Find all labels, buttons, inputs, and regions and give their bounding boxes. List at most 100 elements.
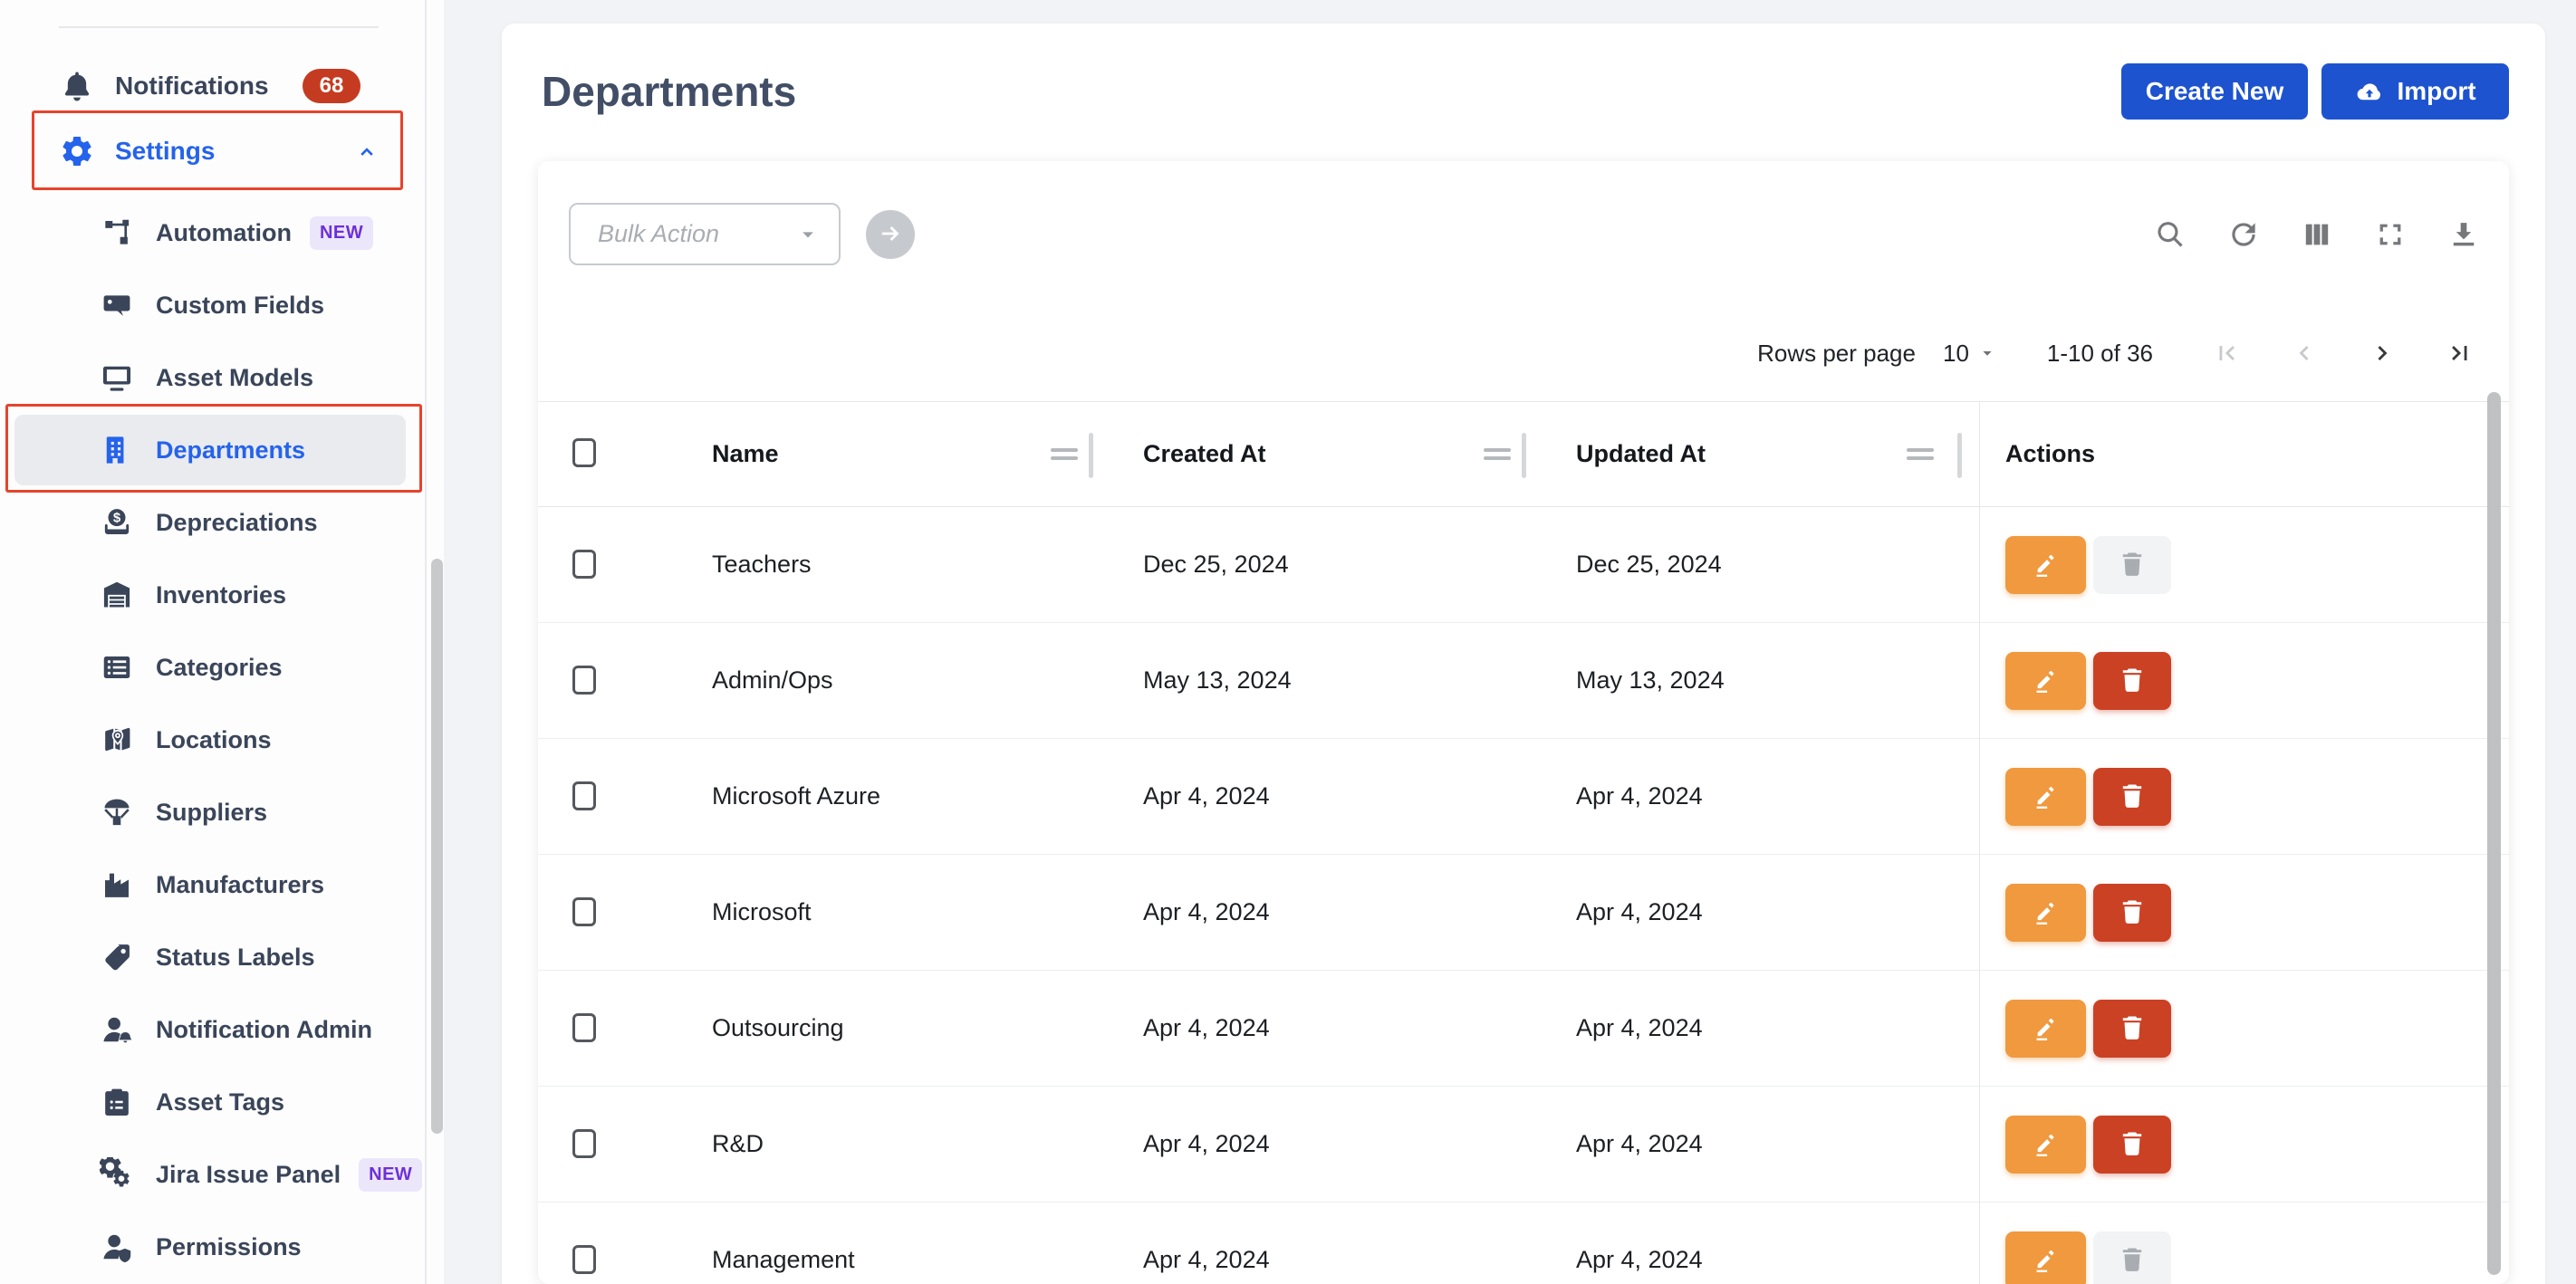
column-separator[interactable] (1957, 433, 1962, 478)
sidebar-item-inventories[interactable]: Inventories (0, 559, 426, 631)
refresh-icon[interactable] (2226, 217, 2261, 252)
sidebar-item-jira-issue-panel[interactable]: Jira Issue PanelNEW (0, 1138, 426, 1211)
column-menu-icon[interactable] (1484, 448, 1511, 452)
sidebar-item-settings[interactable]: Settings (0, 115, 426, 187)
trash-icon (2117, 1244, 2148, 1278)
column-header-updated-at[interactable]: Updated At (1576, 402, 1706, 506)
sidebar-item-locations[interactable]: Locations (0, 704, 426, 776)
gear-icon (59, 133, 95, 169)
row-checkbox[interactable] (572, 550, 596, 579)
search-icon[interactable] (2153, 217, 2187, 252)
last-page-button[interactable] (2446, 339, 2475, 368)
sidebar-item-notification-admin[interactable]: Notification Admin (0, 993, 426, 1066)
row-checkbox[interactable] (572, 1013, 596, 1042)
pencil-icon (2031, 781, 2062, 814)
sidebar-item-label: Depreciations (156, 509, 318, 537)
rows-per-page-select[interactable]: 10 (1943, 340, 1997, 368)
fullscreen-icon[interactable] (2373, 217, 2408, 252)
chevron-right-button[interactable] (2368, 339, 2397, 368)
svg-text:$: $ (113, 511, 121, 526)
sidebar-item-manufacturers[interactable]: Manufacturers (0, 848, 426, 921)
pencil-icon (2031, 1128, 2062, 1162)
trash-icon (2117, 1128, 2148, 1162)
caret-down-icon (795, 222, 821, 247)
row-checkbox[interactable] (572, 781, 596, 810)
column-header-created-at[interactable]: Created At (1143, 402, 1266, 506)
pencil-icon (2031, 896, 2062, 930)
sidebar-item-asset-models[interactable]: Asset Models (0, 341, 426, 414)
gears-icon (100, 1157, 134, 1192)
delete-button[interactable] (2093, 1000, 2171, 1058)
sidebar-scrollbar[interactable] (431, 559, 443, 1134)
bulk-apply-button[interactable] (866, 210, 915, 259)
edit-button[interactable] (2005, 536, 2086, 594)
delete-button[interactable] (2093, 1116, 2171, 1174)
create-new-button[interactable]: Create New (2121, 63, 2308, 120)
arrow-right-icon (877, 220, 904, 250)
column-menu-icon[interactable] (1907, 448, 1934, 452)
edit-button[interactable] (2005, 1000, 2086, 1058)
row-checkbox[interactable] (572, 666, 596, 695)
table-row: Admin/OpsMay 13, 2024May 13, 2024 (538, 623, 2509, 739)
sidebar-item-categories[interactable]: Categories (0, 631, 426, 704)
row-checkbox[interactable] (572, 1245, 596, 1274)
sidebar-item-asset-tags[interactable]: Asset Tags (0, 1066, 426, 1138)
edit-button[interactable] (2005, 1231, 2086, 1284)
cell-created-at: Dec 25, 2024 (1143, 507, 1289, 622)
delete-button (2093, 536, 2171, 594)
cell-name: Admin/Ops (712, 623, 833, 738)
sidebar-item-label: Departments (156, 436, 305, 465)
sidebar-item-status-labels[interactable]: Status Labels (0, 921, 426, 993)
trash-icon (2117, 896, 2148, 930)
edit-button[interactable] (2005, 1116, 2086, 1174)
sidebar-item-automation[interactable]: AutomationNEW (0, 196, 426, 269)
column-menu-icon[interactable] (1051, 448, 1078, 452)
table-body: TeachersDec 25, 2024Dec 25, 2024Admin/Op… (538, 507, 2509, 1284)
clipboard-icon (100, 1085, 134, 1119)
cell-updated-at: Apr 4, 2024 (1576, 1087, 1703, 1202)
list-box-icon (100, 650, 134, 685)
import-button[interactable]: Import (2321, 63, 2509, 120)
pencil-icon (2031, 549, 2062, 582)
edit-button[interactable] (2005, 768, 2086, 826)
cell-created-at: Apr 4, 2024 (1143, 971, 1270, 1086)
delete-button[interactable] (2093, 768, 2171, 826)
sidebar-item-label: Suppliers (156, 799, 267, 827)
column-header-actions[interactable]: Actions (2005, 402, 2095, 506)
delete-button[interactable] (2093, 884, 2171, 942)
sidebar-item-permissions[interactable]: Permissions (0, 1211, 426, 1283)
table-row: R&DApr 4, 2024Apr 4, 2024 (538, 1087, 2509, 1203)
sidebar: Notifications68 Settings AutomationNEWCust… (0, 0, 444, 1284)
sidebar-item-notifications[interactable]: Notifications68 (0, 50, 426, 122)
cell-updated-at: May 13, 2024 (1576, 623, 1725, 738)
download-icon[interactable] (2446, 217, 2481, 252)
trash-icon (2117, 781, 2148, 814)
cloud-upload-icon (2354, 76, 2385, 107)
column-header-name[interactable]: Name (712, 402, 779, 506)
edit-button[interactable] (2005, 884, 2086, 942)
sidebar-item-departments[interactable]: Departments (14, 415, 406, 485)
sidebar-item-custom-fields[interactable]: Custom Fields (0, 269, 426, 341)
cell-updated-at: Apr 4, 2024 (1576, 1203, 1703, 1284)
pencil-icon (2031, 665, 2062, 698)
bulk-action-placeholder: Bulk Action (598, 220, 719, 248)
sidebar-item-label: Asset Models (156, 364, 313, 392)
column-separator[interactable] (1522, 433, 1526, 478)
sidebar-item-depreciations[interactable]: $ Depreciations (0, 486, 426, 559)
view-columns-icon[interactable] (2300, 217, 2334, 252)
delete-button[interactable] (2093, 652, 2171, 710)
sidebar-item-label: Settings (115, 137, 215, 166)
table-header: Name Created At Updated At Actions (538, 401, 2509, 507)
select-all-checkbox[interactable] (572, 438, 596, 467)
trash-icon (2117, 665, 2148, 698)
table-scrollbar[interactable] (2487, 392, 2501, 1275)
sidebar-item-suppliers[interactable]: Suppliers (0, 776, 426, 848)
row-checkbox[interactable] (572, 1129, 596, 1158)
column-separator[interactable] (1089, 433, 1093, 478)
table-row: OutsourcingApr 4, 2024Apr 4, 2024 (538, 971, 2509, 1087)
factory-icon (100, 867, 134, 902)
row-checkbox[interactable] (572, 897, 596, 926)
sidebar-item-label: Status Labels (156, 944, 315, 972)
edit-button[interactable] (2005, 652, 2086, 710)
bulk-action-select[interactable]: Bulk Action (569, 203, 841, 265)
